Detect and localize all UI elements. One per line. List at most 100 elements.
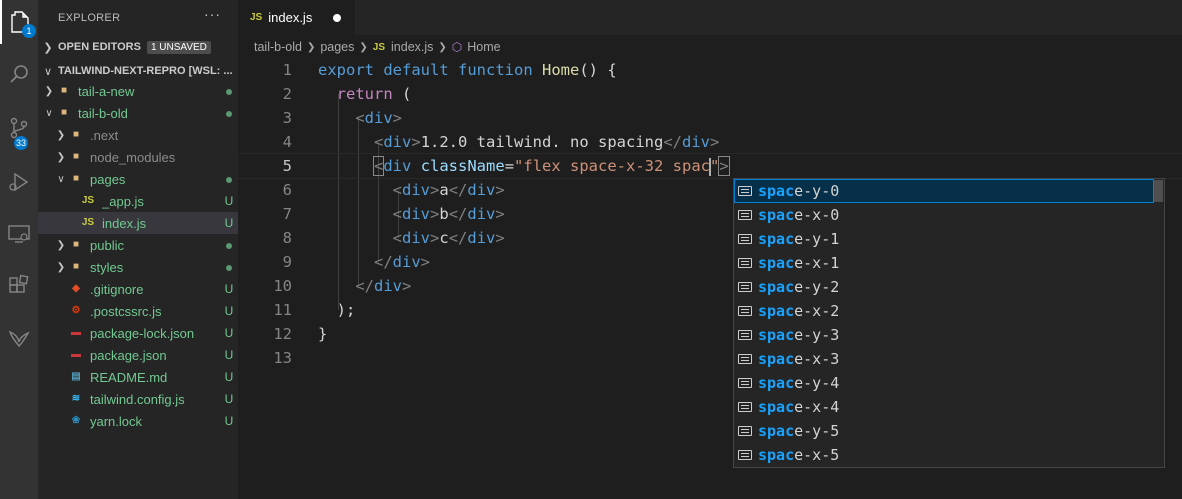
suggestion-match: spac <box>758 206 795 224</box>
code-line: 2 return ( <box>238 82 1182 106</box>
folder-icon: ■ <box>72 151 80 162</box>
tree-item-label: yarn.lock <box>90 413 143 429</box>
open-editors-section[interactable]: ❯ OPEN EDITORS 1 UNSAVED <box>38 36 238 58</box>
line-number: 13 <box>273 349 292 367</box>
chevron-right-icon: ❯ <box>56 239 66 251</box>
bird-icon <box>8 330 30 348</box>
folder-icon: ■ <box>72 129 80 140</box>
suggestion-item[interactable]: spac e-y-4 <box>734 371 1154 395</box>
tree-item[interactable]: ❀ yarn.lock U <box>38 410 238 432</box>
suggestion-item[interactable]: spac e-x-5 <box>734 443 1154 467</box>
source-control-button[interactable]: 33 <box>0 106 38 150</box>
git-status <box>220 84 238 98</box>
suggestion-item[interactable]: spac e-x-4 <box>734 395 1154 419</box>
suggestion-item[interactable]: spac e-x-3 <box>734 347 1154 371</box>
tree-item[interactable]: ▬ package.json U <box>38 344 238 366</box>
workspace-section[interactable]: ∨ TAILWIND-NEXT-REPRO [WSL: ... <box>38 60 238 82</box>
search-button[interactable] <box>0 52 38 96</box>
folder-icon: ■ <box>72 173 80 184</box>
unsaved-dot-icon[interactable] <box>333 14 341 22</box>
chevron-right-icon: ❯ <box>56 261 66 273</box>
tree-item-label: package-lock.json <box>90 325 195 341</box>
suggestion-match: spac <box>758 446 795 464</box>
line-number: 2 <box>282 85 292 103</box>
suggestion-item[interactable]: spac e-y-1 <box>734 227 1154 251</box>
remote-explorer-button[interactable] <box>0 212 38 256</box>
code-line: 1 export default function Home() { <box>238 58 1182 82</box>
text-snippet-icon <box>738 402 752 412</box>
suggestion-item[interactable]: spac e-x-1 <box>734 251 1154 275</box>
line-number: 9 <box>282 253 292 271</box>
breadcrumb-folder-2[interactable]: pages <box>320 40 354 54</box>
tree-item[interactable]: JS _app.js U <box>38 190 238 212</box>
git-status-dot-icon <box>226 243 232 249</box>
tree-item[interactable]: ▬ package-lock.json U <box>38 322 238 344</box>
folder-icon: ■ <box>60 107 68 118</box>
git-status <box>220 238 238 252</box>
breadcrumb-folder-1[interactable]: tail-b-old <box>254 40 302 54</box>
markdown-icon: ▤ <box>71 371 81 382</box>
tree-item[interactable]: ❯ ■ public <box>38 234 238 256</box>
tree-item-label: tailwind.config.js <box>90 391 185 407</box>
tree-item-label: .postcssrc.js <box>90 303 162 319</box>
js-file-icon: JS <box>81 195 95 206</box>
tree-item-label: styles <box>90 259 124 275</box>
extensions-button[interactable] <box>0 264 38 308</box>
tree-item[interactable]: ❯ ■ tail-a-new <box>38 80 238 102</box>
suggestion-item[interactable]: spac e-y-5 <box>734 419 1154 443</box>
suggestion-rest: e-y-2 <box>794 278 840 296</box>
text-snippet-icon <box>738 282 752 292</box>
text-snippet-icon <box>738 378 752 388</box>
line-number: 5 <box>282 157 292 175</box>
suggestion-item[interactable]: spac e-y-2 <box>734 275 1154 299</box>
text-snippet-icon <box>738 258 752 268</box>
suggestion-match: spac <box>758 374 795 392</box>
chevron-right-icon: ❯ <box>44 85 54 97</box>
line-number: 3 <box>282 109 292 127</box>
tree-item[interactable]: ▤ README.md U <box>38 366 238 388</box>
tree-item[interactable]: ∨ ■ tail-b-old <box>38 102 238 124</box>
activity-bar: 1 33 <box>0 0 38 499</box>
tree-item[interactable]: ⚙ .postcssrc.js U <box>38 300 238 322</box>
suggestion-item[interactable]: spac e-y-0 <box>734 179 1154 203</box>
bird-extension-button[interactable] <box>0 316 38 360</box>
suggestion-rest: e-x-3 <box>794 350 840 368</box>
git-status: U <box>224 392 234 406</box>
more-actions-button[interactable]: ··· <box>204 6 221 22</box>
suggestion-item[interactable]: spac e-y-3 <box>734 323 1154 347</box>
tree-item[interactable]: ◆ .gitignore U <box>38 278 238 300</box>
git-status: U <box>224 370 234 384</box>
breadcrumb-symbol[interactable]: Home <box>467 40 500 54</box>
line-number: 11 <box>273 301 292 319</box>
git-status: U <box>224 304 234 318</box>
js-file-icon: JS <box>372 41 386 53</box>
chevron-down-icon: ∨ <box>45 107 53 119</box>
run-debug-icon <box>9 172 29 192</box>
yarn-icon: ❀ <box>71 415 81 426</box>
chevron-right-icon: ❯ <box>56 129 66 141</box>
breadcrumb-file[interactable]: index.js <box>391 40 433 54</box>
tab-index-js[interactable]: JS index.js <box>238 0 355 35</box>
code-line-current: 5 <div className="flex space-x-32 spac"> <box>237 153 1182 179</box>
suggestions-scrollbar[interactable] <box>1153 180 1163 202</box>
workspace-label: TAILWIND-NEXT-REPRO [WSL: ... <box>58 65 233 77</box>
tree-item[interactable]: ❯ ■ node_modules <box>38 146 238 168</box>
tree-item[interactable]: JS index.js U <box>38 212 238 234</box>
tree-item-label: pages <box>90 171 126 187</box>
git-status: U <box>224 326 234 340</box>
line-number: 6 <box>282 181 292 199</box>
tree-item[interactable]: ❯ ■ styles <box>38 256 238 278</box>
tree-item[interactable]: ❯ ■ .next <box>38 124 238 146</box>
run-debug-button[interactable] <box>0 160 38 204</box>
suggestion-match: spac <box>758 398 795 416</box>
suggestion-match: spac <box>758 230 795 248</box>
tree-item[interactable]: ≋ tailwind.config.js U <box>38 388 238 410</box>
git-status: U <box>224 414 234 428</box>
tree-item[interactable]: ∨ ■ pages <box>38 168 238 190</box>
suggestion-rest: e-x-4 <box>794 398 840 416</box>
npm-icon: ▬ <box>71 349 81 360</box>
explorer-button[interactable]: 1 <box>0 0 38 44</box>
suggestion-item[interactable]: spac e-x-0 <box>734 203 1154 227</box>
source-control-badge: 33 <box>14 136 29 150</box>
suggestion-item[interactable]: spac e-x-2 <box>734 299 1154 323</box>
